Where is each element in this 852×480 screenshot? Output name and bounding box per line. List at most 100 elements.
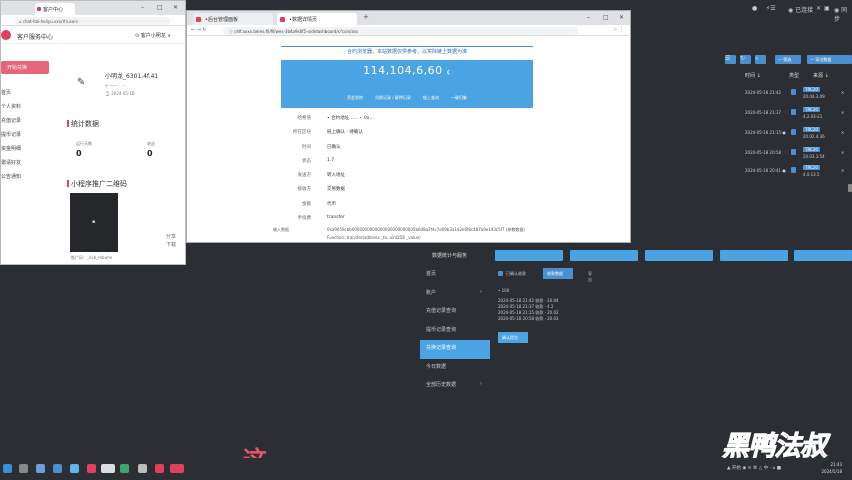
detail-key: 哈希值 bbox=[297, 116, 312, 121]
row-close-icon[interactable]: ✕ bbox=[841, 110, 844, 115]
panel-tab[interactable] bbox=[720, 250, 788, 261]
nav-item[interactable]: 全部历史数据 › bbox=[420, 377, 490, 396]
sidebar-item[interactable]: 公告通知 bbox=[1, 169, 51, 183]
amount-banner: 114,104,6,60 ¢ 资金划转 兑换记录 / 解押记录 链上查询 一键归… bbox=[281, 60, 533, 108]
center-browser-window: •后台管理面板 •数据详情页 + – □ ✕ ← → ↻ ⓘ chlf.axxx… bbox=[186, 10, 631, 243]
chevron-right-icon: › bbox=[480, 381, 482, 387]
sidebar-item[interactable]: 资金明细 bbox=[1, 141, 51, 155]
banner-link[interactable]: 兑换记录 / 解押记录 bbox=[375, 95, 411, 101]
left-address-bar[interactable]: ⌂ chat-hbi-heliyu.xxx/#/users bbox=[1, 15, 185, 26]
minimize-icon[interactable]: – bbox=[587, 14, 590, 21]
app-icon[interactable] bbox=[87, 464, 96, 473]
table-row[interactable]: 2024-05-18 20:41 ● TRC20 4.0.13.5 ✕ bbox=[745, 162, 852, 182]
row-close-icon[interactable]: ✕ bbox=[841, 130, 844, 135]
banner-link[interactable]: 一键归集 bbox=[451, 95, 467, 101]
chain-icon bbox=[791, 109, 796, 115]
power-menu-icon[interactable]: ⚡☰ bbox=[766, 5, 776, 12]
sidebar-item[interactable]: 充值记录 bbox=[1, 113, 51, 127]
minimize-icon[interactable]: – bbox=[141, 4, 144, 11]
nav-item[interactable]: 充值记录查询 bbox=[420, 303, 490, 322]
browser-icon[interactable] bbox=[70, 464, 79, 473]
exchange-button[interactable]: 开始兑换 bbox=[1, 61, 49, 74]
sync-status: ◉ 同步 bbox=[834, 7, 848, 23]
back-forward-reload-icon[interactable]: ← → ↻ bbox=[191, 27, 207, 33]
nav-item-active[interactable]: 兑换记录查询 bbox=[420, 340, 490, 359]
close-icon[interactable]: ✕ bbox=[619, 14, 624, 21]
detail-row: 哈希值 • 合约地址……・ 0x… bbox=[281, 112, 533, 126]
panel-tab[interactable] bbox=[495, 250, 563, 261]
download-link[interactable]: 下载 bbox=[166, 241, 176, 248]
maximize-icon[interactable]: □ bbox=[603, 14, 609, 21]
browser-tab[interactable]: •后台管理面板 bbox=[193, 13, 273, 25]
table-row[interactable]: 2024-05-18 21:37 TRC20 4.2.03-21 ✕ bbox=[745, 104, 852, 124]
receipt-data-button[interactable]: 收款数据 bbox=[543, 268, 573, 279]
banner-link[interactable]: 资金划转 bbox=[347, 95, 363, 101]
sidebar-item[interactable]: 个人资料 bbox=[1, 99, 51, 113]
row-close-icon[interactable]: ✕ bbox=[841, 90, 844, 95]
system-tray[interactable]: ▲ 开始 ◉ ≡ ⌘ △ 中 · ⌂ ■ bbox=[727, 465, 781, 471]
app-icon[interactable] bbox=[138, 464, 147, 473]
nav-item[interactable]: 今日数据 bbox=[420, 359, 490, 378]
browser-tab-active[interactable]: •数据详情页 bbox=[277, 13, 357, 25]
window-icon[interactable]: ▣ bbox=[824, 5, 830, 12]
referral-code: 推广码：_ilxb_mbuhe bbox=[71, 255, 113, 260]
new-tab-icon[interactable]: + bbox=[363, 13, 369, 21]
row-close-icon[interactable]: ✕ bbox=[841, 168, 844, 173]
clock-time[interactable]: 21:43 bbox=[830, 462, 842, 467]
left-address-text[interactable]: ⌂ chat-hbi-heliyu.xxx/#/users bbox=[15, 17, 170, 25]
export-link[interactable]: 导出 bbox=[588, 271, 592, 283]
list-icon[interactable]: ☰ bbox=[725, 55, 736, 64]
refresh-icon[interactable]: ↻ bbox=[740, 55, 751, 64]
files-icon[interactable] bbox=[36, 464, 45, 473]
sidebar-item[interactable]: 邀请好友 bbox=[1, 155, 51, 169]
center-address-text[interactable]: ⓘ chlf.axxx.beres.fil/fil/wes-3b4a9s6f5-… bbox=[223, 27, 578, 35]
detail-value: 1.7 bbox=[327, 157, 335, 163]
nav-item[interactable]: 首页 bbox=[420, 266, 490, 285]
list-item: 2024-05-18 20:58 收款 · 20.03 bbox=[498, 316, 559, 321]
sidebar-item[interactable]: 首页 bbox=[1, 85, 51, 99]
panel-tab[interactable] bbox=[794, 250, 852, 261]
user-menu[interactable]: ⊙ 客户小明龙 ∨ bbox=[135, 32, 171, 39]
search-icon[interactable]: ⌕ bbox=[755, 55, 766, 64]
notice-divider bbox=[281, 46, 533, 47]
active-app-icon[interactable] bbox=[101, 464, 115, 473]
table-row[interactable]: 2024-05-18 21:15 ● TRC20 20.02.4.36 ✕ bbox=[745, 124, 852, 144]
column-header[interactable]: 类型 bbox=[789, 72, 799, 79]
panel-tab[interactable] bbox=[570, 250, 638, 261]
search-icon[interactable] bbox=[19, 464, 28, 473]
start-icon[interactable] bbox=[3, 464, 12, 473]
filter-button[interactable]: — 筛选 bbox=[775, 55, 801, 64]
share-link[interactable]: 分享 bbox=[166, 233, 176, 240]
column-header[interactable]: 时间 ↓ bbox=[745, 72, 761, 79]
banner-link[interactable]: 链上查询 bbox=[423, 95, 439, 101]
app-icon[interactable] bbox=[155, 464, 164, 473]
sidebar-item[interactable]: 提币记录 bbox=[1, 127, 51, 141]
clock-date[interactable]: 2024/5/18 bbox=[821, 469, 842, 474]
close-icon[interactable]: ✕ bbox=[173, 4, 178, 11]
record-icon[interactable]: ● bbox=[752, 5, 757, 12]
chevron-right-icon: › bbox=[480, 288, 482, 295]
qr-code-image: ▪ bbox=[70, 193, 118, 252]
tab-title: •后台管理面板 bbox=[205, 17, 238, 23]
panel-tab[interactable] bbox=[645, 250, 713, 261]
app-icon[interactable] bbox=[53, 464, 62, 473]
app-icon[interactable] bbox=[120, 464, 129, 473]
export-button[interactable]: — 导出数据 bbox=[807, 55, 852, 64]
table-row[interactable]: 2024-05-18 20:58 TRC20 20.03.3.54 ✕ bbox=[745, 144, 852, 164]
close-icon[interactable]: ✕ bbox=[816, 5, 821, 12]
row-close-icon[interactable]: ✕ bbox=[841, 150, 844, 155]
submit-button[interactable]: 确认提交 bbox=[498, 332, 528, 343]
nav-item[interactable]: 账户 › bbox=[420, 285, 490, 304]
scrollbar-thumb[interactable] bbox=[848, 184, 852, 192]
left-tab[interactable]: 客户中心 bbox=[35, 3, 75, 15]
maximize-icon[interactable]: □ bbox=[157, 4, 163, 11]
browser-actions-icon[interactable]: ☆ ⋮ bbox=[613, 27, 624, 33]
app-icon[interactable] bbox=[170, 464, 184, 473]
row-tag: TRC20 bbox=[803, 107, 820, 112]
checkbox-icon[interactable] bbox=[498, 271, 503, 276]
table-row[interactable]: 2024-05-18 21:42 TRC20 20.04.3.09 ✕ bbox=[745, 84, 852, 104]
nav-item[interactable]: 提币记录查询 bbox=[420, 322, 490, 341]
amount-display: 114,104,6,60 ¢ bbox=[281, 64, 533, 77]
column-header[interactable]: 来源 ↓ bbox=[813, 72, 829, 79]
edit-pen-icon[interactable]: ✎ bbox=[77, 77, 85, 88]
